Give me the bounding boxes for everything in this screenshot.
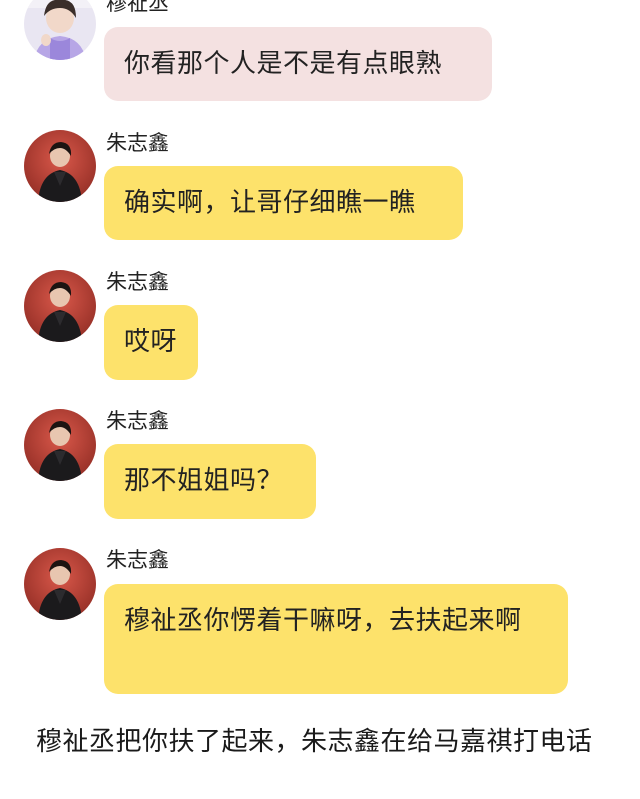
message-bubble[interactable]: 哎呀 [104, 305, 198, 380]
message-bubble[interactable]: 穆祉丞你愣着干嘛呀，去扶起来啊 [104, 584, 568, 694]
sender-name: 穆祉丞 [106, 0, 169, 15]
avatar-red-portrait[interactable] [24, 409, 96, 481]
avatar-girl-lavender[interactable] [24, 0, 96, 60]
avatar-red-portrait[interactable] [24, 270, 96, 342]
message-bubble[interactable]: 那不姐姐吗？ [104, 444, 316, 519]
avatar-red-portrait[interactable] [24, 130, 96, 202]
avatar-red-portrait[interactable] [24, 548, 96, 620]
message-bubble[interactable]: 确实啊，让哥仔细瞧一瞧 [104, 166, 463, 240]
sender-name: 朱志鑫 [106, 131, 169, 155]
sender-name: 朱志鑫 [106, 270, 169, 294]
sender-name: 朱志鑫 [106, 409, 169, 433]
message-bubble[interactable]: 你看那个人是不是有点眼熟 [104, 27, 492, 101]
sender-name: 朱志鑫 [106, 548, 169, 572]
narration-text: 穆祉丞把你扶了起来，朱志鑫在给马嘉祺打电话 [36, 727, 593, 757]
chat-thread: 穆祉丞 你看那个人是不是有点眼熟 朱志鑫 确实啊，让哥仔细瞧一瞧 朱志鑫 哎呀 … [0, 0, 640, 799]
